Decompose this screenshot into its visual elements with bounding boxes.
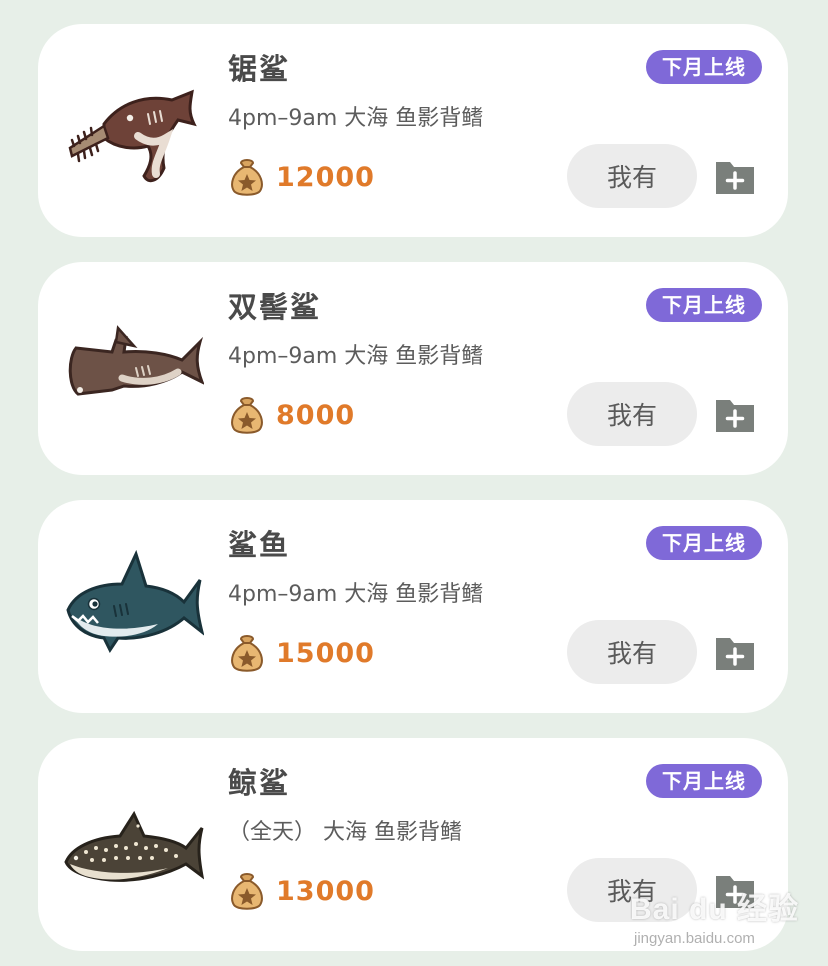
fish-description: 4pm–9am 大海 鱼影背鳍 xyxy=(228,582,484,607)
add-folder-icon[interactable] xyxy=(714,870,756,910)
fish-price: 15000 xyxy=(276,637,375,669)
price-row: 12000 xyxy=(228,157,375,197)
add-folder-icon[interactable] xyxy=(714,156,756,196)
money-bag-icon xyxy=(231,635,263,672)
fish-price: 13000 xyxy=(276,875,375,907)
own-button[interactable]: 我有 xyxy=(567,620,697,684)
price-row: 13000 xyxy=(228,871,375,911)
hammerhead-icon xyxy=(64,302,204,432)
fish-description: 4pm–9am 大海 鱼影背鳍 xyxy=(228,106,484,131)
own-button[interactable]: 我有 xyxy=(567,144,697,208)
money-bag-icon xyxy=(231,397,263,434)
fish-name: 鲨鱼 xyxy=(228,528,291,562)
fish-card-shark: 鲨鱼 4pm–9am 大海 鱼影背鳍 15000 下月上线 我有 xyxy=(38,500,788,713)
money-bag-icon xyxy=(231,159,263,196)
fish-card-whale-shark: 鲸鲨 （全天） 大海 鱼影背鳍 13000 下月上线 我有 xyxy=(38,738,788,951)
add-folder-icon[interactable] xyxy=(714,394,756,434)
fish-name: 锯鲨 xyxy=(228,52,291,86)
fish-price: 8000 xyxy=(276,399,356,431)
own-button[interactable]: 我有 xyxy=(567,382,697,446)
own-button[interactable]: 我有 xyxy=(567,858,697,922)
status-badge: 下月上线 xyxy=(646,288,762,322)
money-bag-icon xyxy=(231,873,263,910)
fish-description: （全天） 大海 鱼影背鳍 xyxy=(228,820,462,845)
status-badge: 下月上线 xyxy=(646,50,762,84)
fish-list: 锯鲨 4pm–9am 大海 鱼影背鳍 12000 下月上线 我有 双髻鲨 4pm… xyxy=(0,0,828,966)
fish-description: 4pm–9am 大海 鱼影背鳍 xyxy=(228,344,484,369)
fish-name: 双髻鲨 xyxy=(228,290,322,324)
shark-icon xyxy=(64,540,204,670)
fish-name: 鲸鲨 xyxy=(228,766,291,800)
sawshark-icon xyxy=(64,64,204,194)
price-row: 15000 xyxy=(228,633,375,673)
fish-card-sawshark: 锯鲨 4pm–9am 大海 鱼影背鳍 12000 下月上线 我有 xyxy=(38,24,788,237)
status-badge: 下月上线 xyxy=(646,526,762,560)
price-row: 8000 xyxy=(228,395,355,435)
status-badge: 下月上线 xyxy=(646,764,762,798)
fish-price: 12000 xyxy=(276,161,375,193)
whale-shark-icon xyxy=(64,778,204,908)
fish-card-hammerhead: 双髻鲨 4pm–9am 大海 鱼影背鳍 8000 下月上线 我有 xyxy=(38,262,788,475)
add-folder-icon[interactable] xyxy=(714,632,756,672)
